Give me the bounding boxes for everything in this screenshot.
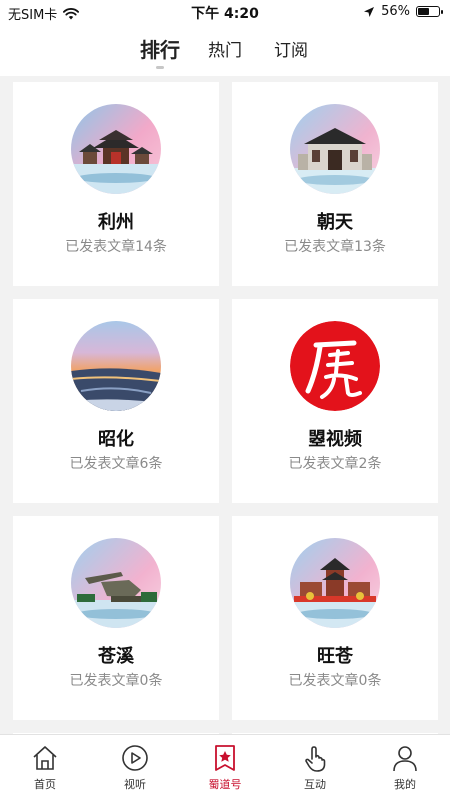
tab-subscribe[interactable]: 订阅 <box>274 36 308 61</box>
battery-icon <box>416 6 443 17</box>
nav-home[interactable]: 首页 <box>0 743 90 792</box>
location-arrow-icon <box>364 6 375 17</box>
nav-media[interactable]: 视听 <box>90 743 180 792</box>
play-icon <box>122 745 148 771</box>
channel-name: 苍溪 <box>98 646 134 667</box>
nav-label: 我的 <box>394 778 416 791</box>
channel-name: 曌视频 <box>308 429 362 450</box>
user-icon <box>393 746 417 772</box>
channel-card-lizhou[interactable]: 利州 已发表文章14条 <box>13 82 219 286</box>
nav-label: 蜀道号 <box>208 778 242 791</box>
channel-name: 昭化 <box>98 429 134 450</box>
channel-name: 旺苍 <box>317 646 353 667</box>
bookmark-star-icon <box>215 745 235 771</box>
home-icon <box>33 746 57 770</box>
nav-label: 互动 <box>304 778 326 791</box>
channel-card-cangxi[interactable]: 苍溪 已发表文章0条 <box>13 516 219 720</box>
article-count: 已发表文章14条 <box>65 239 167 255</box>
nav-label: 首页 <box>34 778 56 791</box>
nav-label: 视听 <box>124 778 146 791</box>
channel-card-zhao-video[interactable]: 曌视频 已发表文章2条 <box>232 299 438 503</box>
tab-ranking[interactable]: 排行 <box>140 34 180 63</box>
hand-tap-icon <box>305 746 326 772</box>
battery-fill <box>418 8 430 15</box>
sunset-river-image <box>71 321 161 411</box>
battery-percent: 56% <box>381 4 410 19</box>
status-right: 56% <box>363 4 443 19</box>
article-count: 已发表文章0条 <box>288 673 382 689</box>
article-count: 已发表文章2条 <box>288 456 382 472</box>
channel-card-chaotian[interactable]: 朝天 已发表文章13条 <box>232 82 438 286</box>
tabs-header: 排行 热门 订阅 <box>0 24 450 76</box>
gate-landscape-image <box>290 104 380 194</box>
channel-name: 朝天 <box>317 212 353 233</box>
tower-landscape-image <box>290 538 380 628</box>
active-tab-indicator <box>156 66 164 69</box>
nav-shudao[interactable]: 蜀道号 <box>180 743 270 792</box>
bottom-nav: 首页 视听 蜀道号 互动 我的 <box>0 734 450 800</box>
channel-card-wangcang[interactable]: 旺苍 已发表文章0条 <box>232 516 438 720</box>
article-count: 已发表文章0条 <box>69 673 163 689</box>
nav-interact[interactable]: 互动 <box>270 743 360 792</box>
article-count: 已发表文章13条 <box>284 239 386 255</box>
channel-card-zhaohua[interactable]: 昭化 已发表文章6条 <box>13 299 219 503</box>
red-seal-logo <box>290 321 380 411</box>
channel-name: 利州 <box>98 212 134 233</box>
sculpture-landscape-image <box>71 538 161 628</box>
nav-profile[interactable]: 我的 <box>360 743 450 792</box>
pavilion-landscape-image <box>71 104 161 194</box>
status-bar: 无SIM卡 下午 4:20 56% <box>0 0 450 24</box>
tab-popular[interactable]: 热门 <box>208 36 242 61</box>
article-count: 已发表文章6条 <box>69 456 163 472</box>
